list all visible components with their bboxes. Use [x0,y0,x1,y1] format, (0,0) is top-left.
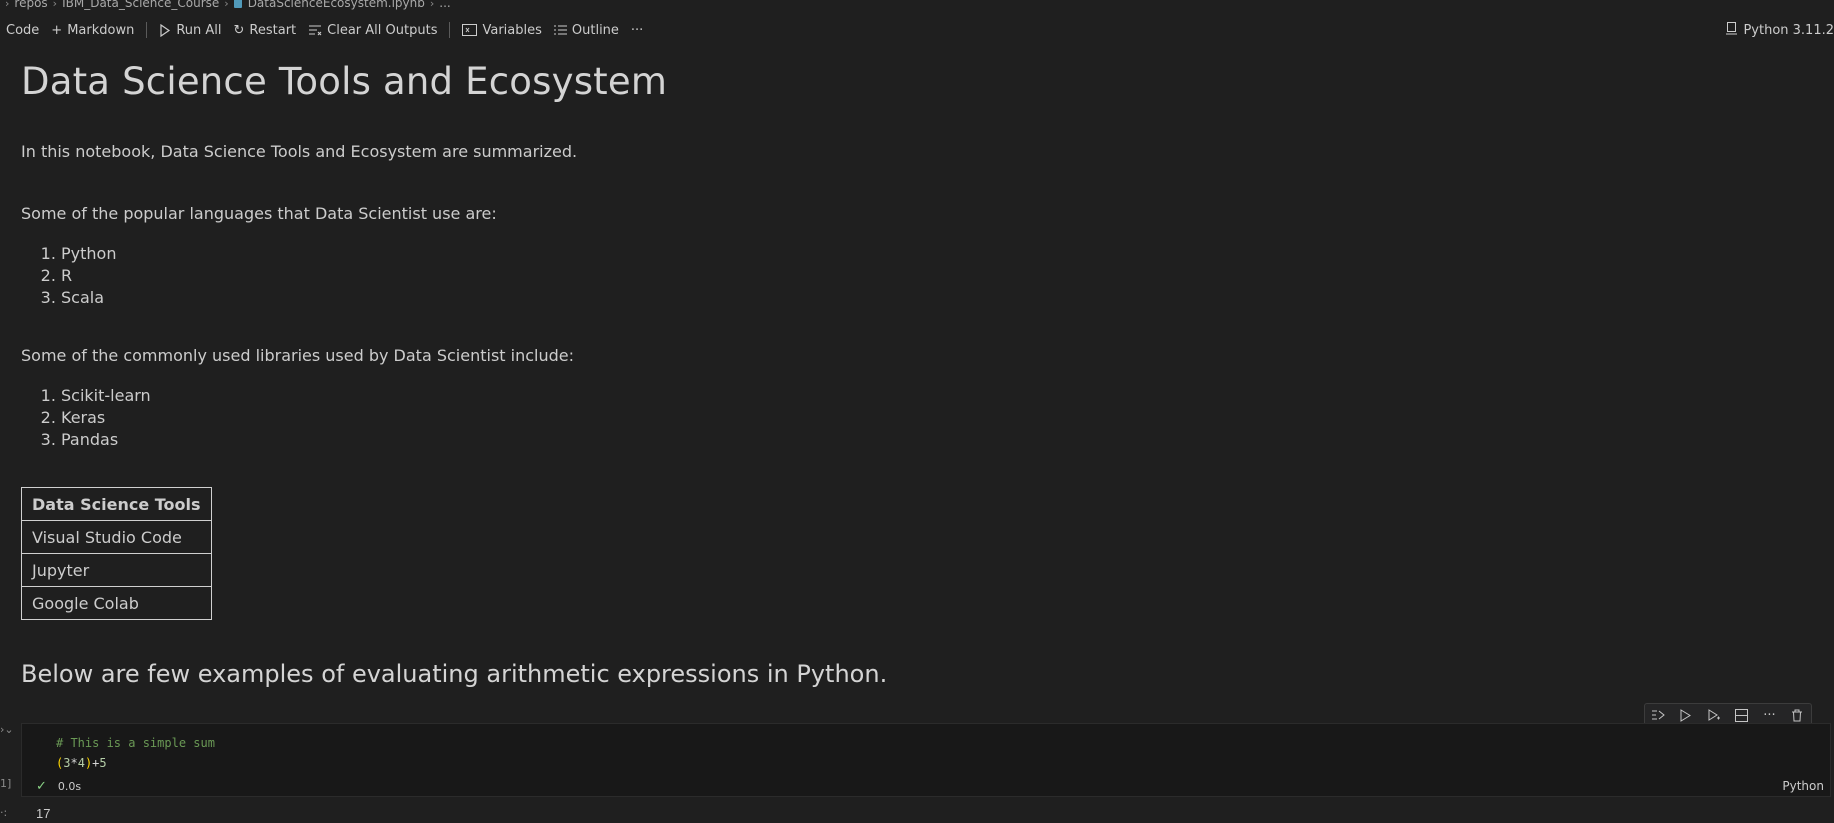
toolbar-divider [449,22,451,38]
table-row: Visual Studio Code [21,520,212,554]
list-item: Scikit-learn [61,385,1801,407]
run-all-button[interactable]: Run All [153,19,227,41]
kernel-icon [1726,21,1738,39]
add-markdown-button[interactable]: + Markdown [45,19,140,41]
markdown-label: Markdown [67,22,135,38]
breadcrumb-item-more[interactable]: ... [439,0,450,10]
notebook-toolbar: Code + Markdown Run All ↻ Restart Clear … [0,18,1834,42]
more-actions-button[interactable]: ··· [625,19,649,41]
trash-icon[interactable] [1789,707,1805,723]
breadcrumb-item-file[interactable]: DataScienceEcosystem.ipynb [248,0,425,10]
check-icon: ✓ [36,779,47,794]
execution-count: 1] [0,777,12,790]
table-cell: Google Colab [21,586,212,620]
kernel-label: Python 3.11.2 [1743,22,1834,38]
markdown-cell[interactable]: Data Science Tools and Ecosystem In this… [21,60,1801,688]
code-label: Code [6,22,40,38]
breadcrumb: › repos › IBM_Data_Science_Course › Data… [0,0,451,10]
breadcrumb-item-course[interactable]: IBM_Data_Science_Course [62,0,219,10]
output-ellipsis-icon[interactable]: ·: [0,806,7,819]
restart-label: Restart [249,22,297,38]
more-icon[interactable]: ··· [1761,707,1777,723]
code-cell[interactable]: # This is a simple sum (3*4)+5 ✓ 0.0s Py… [21,723,1831,797]
restart-icon: ↻ [233,22,245,38]
kernel-picker[interactable]: Python 3.11.2 [1726,18,1834,42]
notebook-file-icon [233,0,242,8]
code-token: 5 [99,756,107,770]
split-cell-icon[interactable] [1734,707,1750,723]
list-item: Pandas [61,429,1801,451]
outline-label: Outline [571,22,619,38]
cell-language[interactable]: Python [1782,779,1824,793]
cell-output: 17 [36,806,51,821]
languages-list: Python R Scala [61,243,1801,309]
run-all-icon [159,23,171,37]
clear-all-label: Clear All Outputs [327,22,438,38]
libraries-list: Scikit-learn Keras Pandas [61,385,1801,451]
code-expression: (3*4)+5 [56,753,215,773]
chevron-right-icon: › [429,0,435,10]
execution-duration: 0.0s [57,780,82,793]
libraries-heading: Some of the commonly used libraries used… [21,346,574,365]
execute-below-icon[interactable] [1706,707,1722,723]
breadcrumb-item-repos[interactable]: repos [14,0,47,10]
run-cell-icon[interactable] [1678,707,1694,723]
variables-label: Variables [482,22,542,38]
add-code-button[interactable]: Code [0,19,45,41]
list-item: R [61,265,1801,287]
table-row: Jupyter [21,553,212,587]
examples-heading: Below are few examples of evaluating ari… [21,660,888,688]
plus-icon: + [51,22,63,38]
cell-collapse-chevron-icon[interactable]: ›⌄ [0,723,14,736]
table-cell: Jupyter [21,553,212,587]
variables-button[interactable]: Variables [456,19,547,41]
toolbar-divider [146,22,148,38]
table-row: Google Colab [21,586,212,620]
code-token: 4 [77,756,85,770]
execution-status: ✓ 0.0s [36,779,81,794]
table-header: Data Science Tools [21,487,212,521]
code-token: * [70,756,78,770]
code-comment: # This is a simple sum [56,736,215,750]
list-item: Keras [61,407,1801,429]
chevron-right-icon: › [224,0,229,10]
code-editor[interactable]: # This is a simple sum (3*4)+5 [56,733,215,773]
restart-button[interactable]: ↻ Restart [228,19,303,41]
list-item: Scala [61,287,1801,309]
execute-above-icon[interactable] [1651,707,1667,723]
chevron-right-icon: › [52,0,58,10]
table-cell: Visual Studio Code [21,520,212,554]
chevron-right-icon: › [5,0,10,10]
list-item: Python [61,243,1801,265]
clear-all-icon [308,24,322,36]
variables-icon [462,24,478,36]
more-icon: ··· [630,22,644,38]
notebook-title: Data Science Tools and Ecosystem [21,60,668,103]
clear-all-outputs-button[interactable]: Clear All Outputs [302,19,443,41]
outline-icon [553,24,567,36]
languages-heading: Some of the popular languages that Data … [21,204,497,223]
intro-paragraph: In this notebook, Data Science Tools and… [21,142,578,161]
run-all-label: Run All [176,22,222,38]
tools-table: Data Science Tools Visual Studio Code Ju… [21,487,212,620]
outline-button[interactable]: Outline [548,19,625,41]
